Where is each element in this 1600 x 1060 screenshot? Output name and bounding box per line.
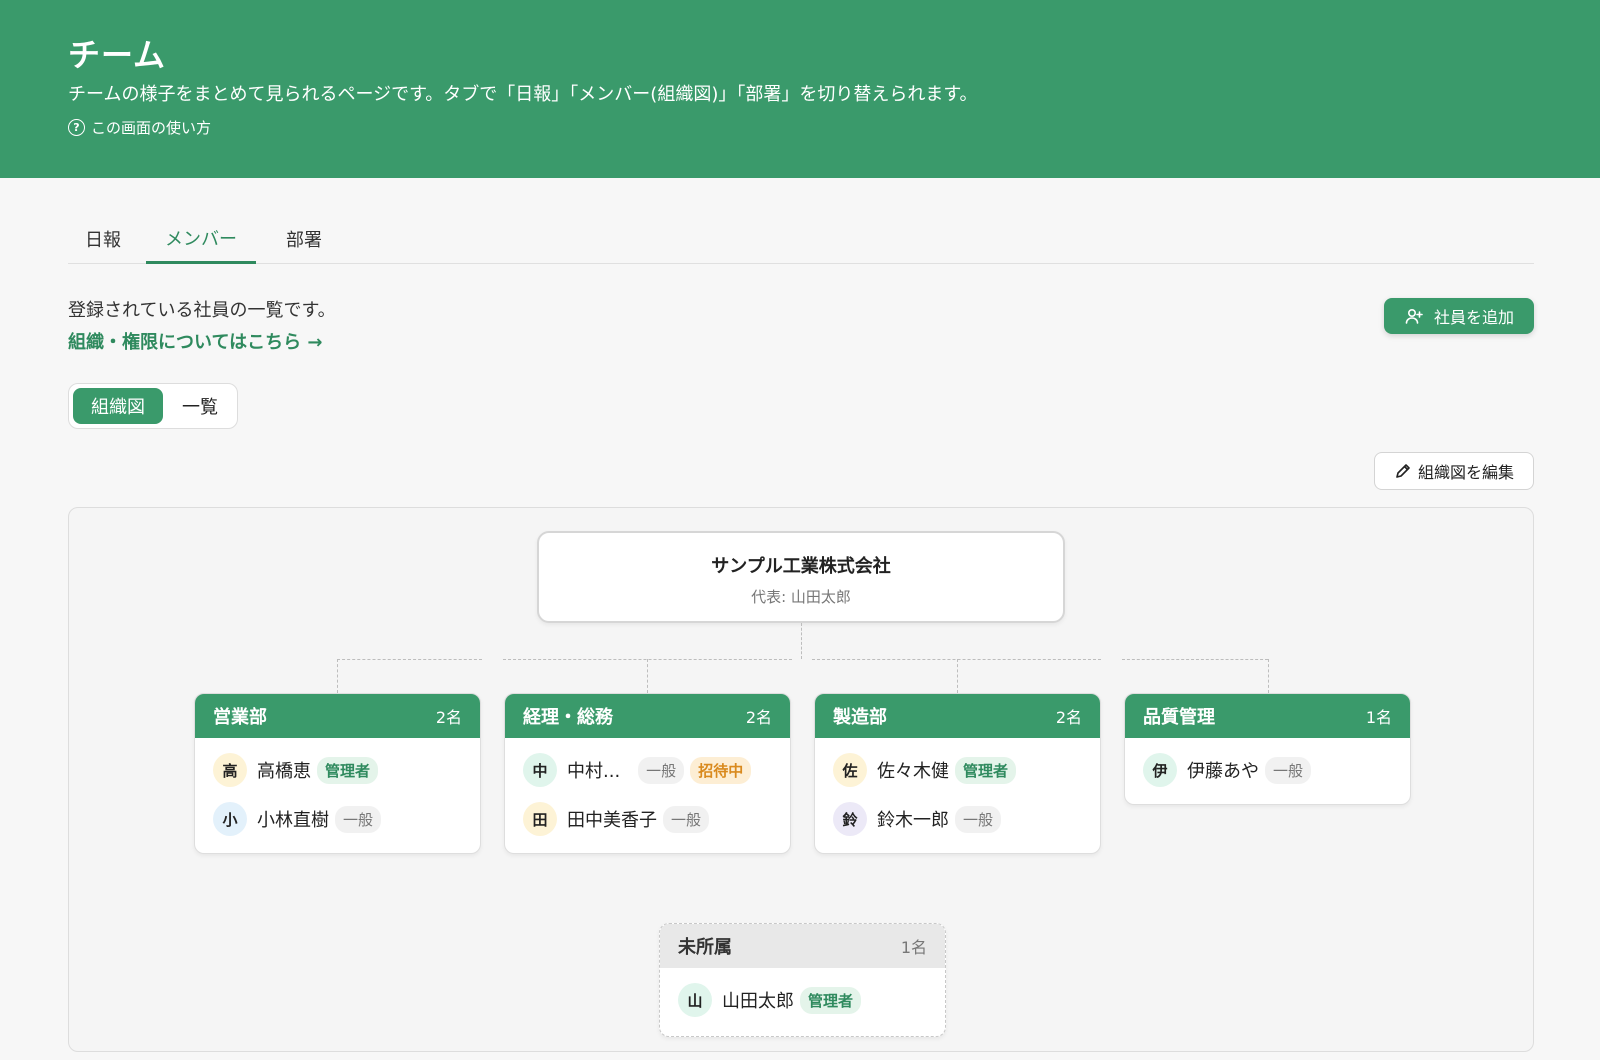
member-row[interactable]: 中 中村... 一般 招待中 xyxy=(523,753,757,787)
view-org-chart[interactable]: 組織図 xyxy=(73,388,163,424)
member-name: 伊藤あや xyxy=(1187,761,1259,782)
department-card-manufacturing[interactable]: 製造部 2名 佐 佐々木健 管理者 鈴 鈴木一郎 一般 xyxy=(814,693,1101,854)
role-badge: 管理者 xyxy=(317,756,379,784)
department-name: 経理・総務 xyxy=(523,707,613,728)
role-badge: 一般 xyxy=(663,805,710,833)
view-toggle: 組織図 一覧 xyxy=(68,383,238,429)
add-employee-label: 社員を追加 xyxy=(1433,308,1514,327)
company-name: サンプル工業株式会社 xyxy=(711,556,891,577)
pencil-icon xyxy=(1396,464,1410,478)
role-badge: 一般 xyxy=(335,805,382,833)
members-intro: 登録されている社員の一覧です。 xyxy=(68,300,336,321)
member-row[interactable]: 佐 佐々木健 管理者 xyxy=(833,753,1022,787)
department-count: 2名 xyxy=(745,708,772,727)
member-row[interactable]: 鈴 鈴木一郎 一般 xyxy=(833,802,1007,836)
connector-drop xyxy=(1268,659,1269,693)
avatar: 中 xyxy=(523,753,557,787)
department-header: 営業部 2名 xyxy=(195,694,480,738)
role-badge: 一般 xyxy=(638,756,685,784)
add-user-icon xyxy=(1405,308,1423,324)
connector-drop xyxy=(647,659,648,693)
invite-status-badge: 招待中 xyxy=(690,756,752,784)
department-card-sales[interactable]: 営業部 2名 高 高橋恵 管理者 小 小林直樹 一般 xyxy=(194,693,481,854)
avatar: 鈴 xyxy=(833,802,867,836)
member-row[interactable]: 伊 伊藤あや 一般 xyxy=(1143,753,1317,787)
avatar: 田 xyxy=(523,802,557,836)
avatar: 伊 xyxy=(1143,753,1177,787)
department-header: 品質管理 1名 xyxy=(1125,694,1410,738)
org-permissions-link[interactable]: 組織・権限についてはこちら → xyxy=(68,328,322,354)
page-header: チーム チームの様子をまとめて見られるページです。タブで「日報」「メンバー(組織… xyxy=(0,0,1600,178)
member-name: 高橋恵 xyxy=(257,761,311,782)
member-name: 小林直樹 xyxy=(257,810,329,831)
member-row[interactable]: 高 高橋恵 管理者 xyxy=(213,753,384,787)
member-row[interactable]: 山 山田太郎 管理者 xyxy=(678,983,867,1017)
add-employee-button[interactable]: 社員を追加 xyxy=(1384,298,1534,334)
member-name: 山田太郎 xyxy=(722,991,794,1012)
tab-members[interactable]: メンバー xyxy=(146,214,256,264)
role-badge: 管理者 xyxy=(955,756,1017,784)
role-badge: 一般 xyxy=(955,805,1002,833)
department-count: 1名 xyxy=(900,938,927,957)
connector-segment xyxy=(337,659,482,660)
department-count: 1名 xyxy=(1365,708,1392,727)
department-count: 2名 xyxy=(1055,708,1082,727)
avatar: 高 xyxy=(213,753,247,787)
avatar: 佐 xyxy=(833,753,867,787)
help-label: この画面の使い方 xyxy=(91,119,212,137)
connector-drop xyxy=(337,659,338,693)
company-node[interactable]: サンプル工業株式会社 代表: 山田太郎 xyxy=(537,531,1065,623)
role-badge: 一般 xyxy=(1265,756,1312,784)
connector-drop xyxy=(957,659,958,693)
company-representative: 代表: 山田太郎 xyxy=(751,588,851,606)
department-header: 製造部 2名 xyxy=(815,694,1100,738)
help-link[interactable]: ? この画面の使い方 xyxy=(68,117,211,138)
question-circle-icon: ? xyxy=(68,119,85,136)
member-name: 田中美香子 xyxy=(567,810,657,831)
role-badge: 管理者 xyxy=(800,986,862,1014)
department-card-quality[interactable]: 品質管理 1名 伊 伊藤あや 一般 xyxy=(1124,693,1411,805)
avatar: 山 xyxy=(678,983,712,1017)
member-name: 佐々木健 xyxy=(877,761,949,782)
department-name: 品質管理 xyxy=(1143,707,1215,728)
department-header: 経理・総務 2名 xyxy=(505,694,790,738)
member-name: 中村... xyxy=(567,761,621,782)
connector-segment xyxy=(1122,659,1268,660)
department-count: 2名 xyxy=(435,708,462,727)
department-card-unassigned[interactable]: 未所属 1名 山 山田太郎 管理者 xyxy=(659,923,946,1037)
department-card-accounting[interactable]: 経理・総務 2名 中 中村... 一般 招待中 田 田中美香子 一般 xyxy=(504,693,791,854)
tab-bar: 日報 メンバー 部署 xyxy=(68,214,1534,264)
edit-org-chart-button[interactable]: 組織図を編集 xyxy=(1374,452,1534,490)
page-description: チームの様子をまとめて見られるページです。タブで「日報」「メンバー(組織図)」「… xyxy=(68,84,978,105)
connector-trunk xyxy=(801,623,802,659)
tab-departments[interactable]: 部署 xyxy=(264,214,344,264)
member-name: 鈴木一郎 xyxy=(877,810,949,831)
view-list[interactable]: 一覧 xyxy=(165,388,235,424)
department-name: 製造部 xyxy=(833,707,887,728)
member-row[interactable]: 田 田中美香子 一般 xyxy=(523,802,715,836)
member-row[interactable]: 小 小林直樹 一般 xyxy=(213,802,387,836)
tab-daily-report[interactable]: 日報 xyxy=(68,214,138,264)
department-name: 未所属 xyxy=(678,937,732,958)
edit-org-chart-label: 組織図を編集 xyxy=(1417,463,1514,482)
department-header: 未所属 1名 xyxy=(660,924,945,968)
department-name: 営業部 xyxy=(213,707,267,728)
page-title: チーム xyxy=(68,36,167,74)
avatar: 小 xyxy=(213,802,247,836)
